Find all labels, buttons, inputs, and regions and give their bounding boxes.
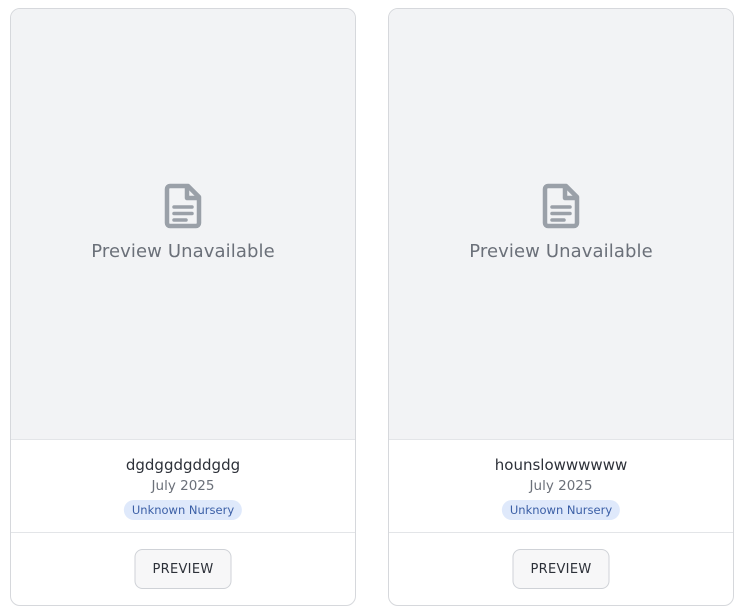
document-icon	[542, 183, 580, 229]
document-title: hounslowwwwww	[494, 456, 628, 474]
document-grid: Preview Unavailable dgdggdgddgdg July 20…	[0, 0, 744, 609]
preview-button[interactable]: PREVIEW	[512, 549, 610, 589]
card-info: hounslowwwwww July 2025 Unknown Nursery	[389, 440, 733, 533]
preview-unavailable-text: Preview Unavailable	[91, 241, 275, 262]
nursery-badge: Unknown Nursery	[501, 500, 621, 520]
document-icon	[164, 183, 202, 229]
card-info: dgdggdgddgdg July 2025 Unknown Nursery	[11, 440, 355, 533]
card-footer: PREVIEW	[11, 533, 355, 605]
preview-button[interactable]: PREVIEW	[134, 549, 232, 589]
preview-unavailable-text: Preview Unavailable	[469, 241, 653, 262]
nursery-badge: Unknown Nursery	[123, 500, 243, 520]
document-title: dgdggdgddgdg	[125, 456, 241, 474]
preview-area: Preview Unavailable	[389, 9, 733, 440]
card-footer: PREVIEW	[389, 533, 733, 605]
document-card: Preview Unavailable dgdggdgddgdg July 20…	[10, 8, 356, 606]
document-date: July 2025	[151, 478, 215, 494]
document-card: Preview Unavailable hounslowwwwww July 2…	[388, 8, 734, 606]
document-date: July 2025	[529, 478, 593, 494]
preview-area: Preview Unavailable	[11, 9, 355, 440]
